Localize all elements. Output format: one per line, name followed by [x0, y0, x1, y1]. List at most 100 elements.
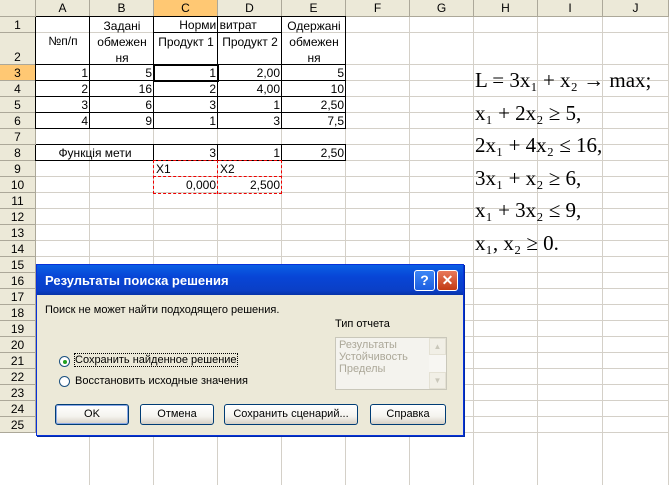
objective-label[interactable]: Функція мети	[36, 146, 154, 162]
data-cell[interactable]: 10	[282, 82, 346, 98]
scroll-up-icon[interactable]: ▲	[429, 338, 446, 355]
row-header[interactable]: 6	[0, 113, 36, 129]
data-cell[interactable]: 1	[154, 114, 218, 130]
column-header[interactable]: G	[410, 0, 474, 17]
formula-line: x₁ + 3x₂ ≤ 9,	[475, 198, 582, 222]
data-cell[interactable]: 5	[282, 66, 346, 82]
data-cell[interactable]: 3	[154, 98, 218, 114]
row-header[interactable]: 19	[0, 321, 36, 337]
row-header[interactable]: 16	[0, 273, 36, 289]
restore-values-radio[interactable]	[59, 376, 70, 387]
data-cell[interactable]: 16	[90, 82, 154, 98]
row-header[interactable]: 11	[0, 193, 36, 209]
header-cell[interactable]: №п/п	[36, 18, 90, 66]
help-icon[interactable]: ?	[414, 270, 435, 291]
column-header[interactable]: I	[538, 0, 603, 17]
row-header[interactable]: 17	[0, 289, 36, 305]
column-header[interactable]: F	[346, 0, 410, 17]
data-cell[interactable]: 3	[36, 98, 90, 114]
header-cell[interactable]: Задані обмежен ня	[90, 18, 154, 66]
close-icon[interactable]: ✕	[437, 270, 458, 291]
cancel-button[interactable]: Отмена	[140, 404, 214, 425]
row-header[interactable]: 2	[0, 33, 36, 65]
list-scrollbar[interactable]: ▲ ▼	[429, 338, 446, 389]
row-header[interactable]: 4	[0, 81, 36, 97]
row-header[interactable]: 13	[0, 225, 36, 241]
solver-results-dialog: Результаты поиска решения ? ✕ Поиск не м…	[36, 264, 464, 436]
save-scenario-button[interactable]: Сохранить сценарий...	[224, 404, 358, 425]
dialog-title: Результаты поиска решения	[45, 273, 229, 288]
scroll-down-icon[interactable]: ▼	[429, 372, 446, 389]
data-cell[interactable]: 2,500	[218, 178, 282, 194]
keep-solution-radio[interactable]	[59, 356, 70, 367]
formula-line: 2x₁ + 4x₂ ≤ 16,	[475, 133, 603, 157]
row-header[interactable]: 24	[0, 401, 36, 417]
gridline	[473, 17, 474, 485]
table-border	[36, 144, 346, 145]
formula-line: x₁ + 2x₂ ≥ 5,	[475, 100, 582, 125]
data-cell[interactable]: 1	[154, 66, 218, 82]
row-header[interactable]: 9	[0, 161, 36, 177]
report-type-item[interactable]: Результаты	[339, 339, 397, 351]
row-header[interactable]: 21	[0, 353, 36, 369]
data-cell[interactable]: 3	[154, 146, 218, 162]
row-header[interactable]: 23	[0, 385, 36, 401]
data-cell[interactable]: 3	[218, 114, 282, 130]
data-cell[interactable]: X1	[154, 162, 218, 178]
data-cell[interactable]: 2,00	[218, 66, 282, 82]
row-header[interactable]: 1	[0, 17, 36, 33]
row-header[interactable]: 5	[0, 97, 36, 113]
data-cell[interactable]: 6	[90, 98, 154, 114]
column-header[interactable]: J	[603, 0, 669, 17]
column-header[interactable]: D	[218, 0, 282, 17]
table-border	[36, 16, 346, 17]
report-type-item[interactable]: Устойчивость	[339, 351, 408, 363]
data-cell[interactable]: 5	[90, 66, 154, 82]
row-header[interactable]: 15	[0, 257, 36, 273]
data-cell[interactable]: 1	[36, 66, 90, 82]
report-type-label: Тип отчета	[335, 318, 390, 330]
header-cell[interactable]: Норми витрат	[154, 18, 282, 34]
report-type-list[interactable]: Результаты Устойчивость Пределы ▲ ▼	[335, 337, 447, 390]
data-cell[interactable]: 2,50	[282, 98, 346, 114]
row-header[interactable]: 10	[0, 177, 36, 193]
data-cell[interactable]: 0,000	[154, 178, 218, 194]
dialog-titlebar[interactable]: Результаты поиска решения ? ✕	[37, 265, 463, 295]
column-header[interactable]: H	[474, 0, 538, 17]
data-cell[interactable]: 4,00	[218, 82, 282, 98]
ok-button[interactable]: OK	[55, 404, 129, 425]
row-header[interactable]: 8	[0, 145, 36, 161]
data-cell[interactable]: 1	[218, 146, 282, 162]
data-cell[interactable]: 2	[154, 82, 218, 98]
data-cell[interactable]: 9	[90, 114, 154, 130]
help-button[interactable]: Справка	[370, 404, 446, 425]
row-header[interactable]: 25	[0, 417, 36, 433]
lp-problem-formula: L = 3x₁ + x₂ → max; x₁ + 2x₂ ≥ 5, 2x₁ + 4x…	[475, 64, 651, 259]
report-type-item[interactable]: Пределы	[339, 363, 385, 375]
row-header[interactable]: 12	[0, 209, 36, 225]
restore-values-label[interactable]: Восстановить исходные значения	[75, 375, 248, 387]
row-header[interactable]: 14	[0, 241, 36, 257]
header-cell[interactable]: Одержані обмежен ня	[282, 18, 346, 66]
select-all-corner[interactable]	[0, 0, 36, 17]
formula-line: x₁, x₂ ≥ 0.	[475, 230, 559, 255]
formula-line: L = 3x₁ + x₂ → max;	[475, 68, 652, 92]
data-cell[interactable]: 4	[36, 114, 90, 130]
data-cell[interactable]: 7,5	[282, 114, 346, 130]
data-cell[interactable]: X2	[218, 162, 282, 178]
row-header[interactable]: 18	[0, 305, 36, 321]
header-cell[interactable]: Продукт 2	[218, 34, 282, 66]
row-header[interactable]: 7	[0, 129, 36, 145]
row-header[interactable]: 22	[0, 369, 36, 385]
data-cell[interactable]: 1	[218, 98, 282, 114]
data-cell[interactable]: 2,50	[282, 146, 346, 162]
row-header[interactable]: 20	[0, 337, 36, 353]
keep-solution-label[interactable]: Сохранить найденное решение	[74, 353, 238, 367]
data-cell[interactable]: 2	[36, 82, 90, 98]
column-header[interactable]: C	[154, 0, 218, 17]
column-header[interactable]: B	[90, 0, 154, 17]
column-header[interactable]: A	[36, 0, 90, 17]
header-cell[interactable]: Продукт 1	[154, 34, 218, 66]
row-header[interactable]: 3	[0, 65, 36, 81]
column-header[interactable]: E	[282, 0, 346, 17]
